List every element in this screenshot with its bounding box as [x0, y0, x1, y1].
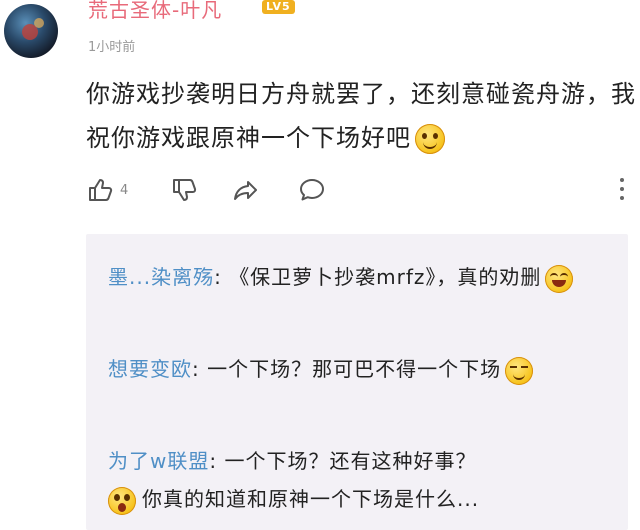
reply-item[interactable]: 想要变欧: 一个下场？那可巴不得一个下场 — [108, 350, 578, 388]
like-count: 4 — [120, 182, 129, 198]
reply-text: 一个下场？那可巴不得一个下场 — [207, 357, 502, 381]
reply-item[interactable]: 为了w联盟: 一个下场？还有这种好事？ 你真的知道和原神一个下场是什么... — [108, 442, 578, 518]
reply-button[interactable] — [298, 176, 326, 204]
reply-separator: : — [214, 265, 230, 289]
dislike-button[interactable] — [170, 176, 198, 204]
avatar[interactable] — [4, 4, 58, 58]
reply-list: 墨...染离殇: 《保卫萝卜抄袭mrfz》，真的劝删 想要变欧: 一个下场？那可… — [86, 234, 628, 530]
comment-text: 你游戏抄袭明日方舟就罢了，还刻意碰瓷舟游，我祝你游戏跟原神一个下场好吧 — [86, 80, 636, 152]
avatar-art-highlight — [34, 18, 44, 28]
comment-actions: 4 — [86, 176, 626, 206]
comment-body: 你游戏抄袭明日方舟就罢了，还刻意碰瓷舟游，我祝你游戏跟原神一个下场好吧 — [86, 72, 636, 160]
post-time: 1小时前 — [88, 40, 136, 55]
thumbs-up-icon — [89, 179, 113, 201]
smile-emoji-icon — [415, 124, 445, 154]
level-badge: LV5 — [262, 0, 295, 14]
sly-emoji-icon — [505, 356, 534, 385]
reply-text: 《保卫萝卜抄袭mrfz》，真的劝删 — [229, 265, 542, 289]
thumbs-down-icon — [173, 179, 197, 201]
more-vertical-icon[interactable] — [618, 178, 626, 205]
username[interactable]: 荒古圣体-叶凡 — [88, 0, 222, 23]
shock-emoji-icon — [108, 486, 136, 515]
share-icon — [234, 181, 257, 200]
reply-username[interactable]: 为了w联盟 — [108, 449, 209, 473]
reply-separator: : — [192, 357, 208, 381]
laugh-emoji-icon — [545, 264, 574, 293]
reply-username[interactable]: 墨...染离殇 — [108, 265, 214, 289]
reply-text-continued: 你真的知道和原神一个下场是什么... — [142, 487, 480, 511]
comment-icon — [300, 179, 324, 201]
reply-item[interactable]: 墨...染离殇: 《保卫萝卜抄袭mrfz》，真的劝删 — [108, 258, 578, 296]
reply-separator: : — [209, 449, 225, 473]
share-button[interactable] — [232, 176, 260, 204]
reply-username[interactable]: 想要变欧 — [108, 357, 192, 381]
like-button[interactable]: 4 — [86, 176, 128, 204]
reply-text: 一个下场？还有这种好事？ — [224, 449, 477, 473]
